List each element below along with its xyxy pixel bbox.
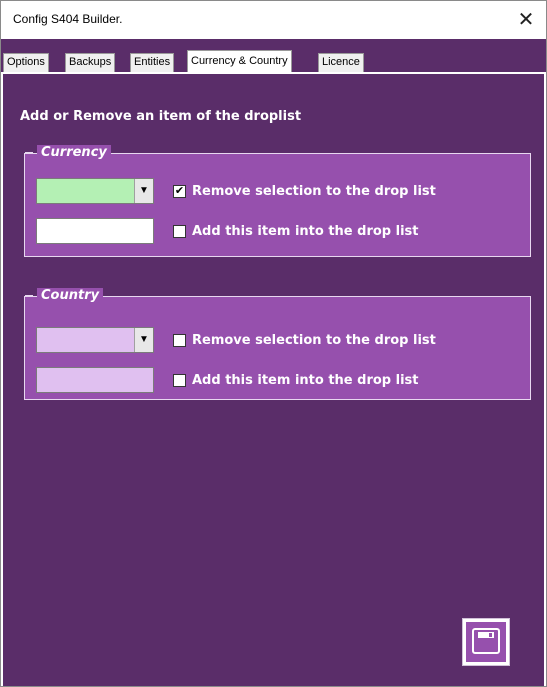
- save-floppy-icon: [466, 622, 506, 662]
- tab-options[interactable]: Options: [3, 53, 49, 72]
- country-remove-option[interactable]: Remove selection to the drop list: [173, 331, 436, 349]
- currency-new-item-input[interactable]: [36, 218, 154, 244]
- currency-add-option[interactable]: Add this item into the drop list: [173, 222, 418, 240]
- country-combobox-value[interactable]: [37, 328, 134, 352]
- config-window: Config S404 Builder. ✕ Options Backups E…: [0, 0, 547, 687]
- tab-strip: Options Backups Entities Currency & Coun…: [1, 39, 546, 73]
- country-combobox[interactable]: ▼: [36, 327, 154, 353]
- currency-combobox-value[interactable]: [37, 179, 134, 203]
- currency-combobox[interactable]: ▼: [36, 178, 154, 204]
- save-button[interactable]: [462, 618, 510, 666]
- country-add-checkbox[interactable]: [173, 373, 186, 387]
- currency-remove-label: Remove selection to the drop list: [192, 183, 436, 199]
- tab-page-currency-country: Add or Remove an item of the droplist Cu…: [3, 74, 544, 686]
- country-new-item-input[interactable]: [36, 367, 154, 393]
- country-remove-label: Remove selection to the drop list: [192, 332, 436, 348]
- currency-remove-option[interactable]: ✔ Remove selection to the drop list: [173, 182, 436, 200]
- currency-add-label: Add this item into the drop list: [192, 223, 419, 239]
- close-icon: ✕: [517, 9, 535, 31]
- country-group: Country ▼ Remove selection to the drop l…: [24, 288, 531, 400]
- country-add-label: Add this item into the drop list: [192, 372, 419, 388]
- currency-group: Currency ▼ ✔ Remove selection to the dro…: [24, 145, 531, 257]
- country-add-option[interactable]: Add this item into the drop list: [173, 371, 418, 389]
- title-bar: Config S404 Builder. ✕: [1, 1, 546, 39]
- currency-remove-checkbox[interactable]: ✔: [173, 184, 186, 198]
- country-group-legend: Country: [24, 288, 104, 304]
- tab-backups[interactable]: Backups: [65, 53, 116, 72]
- dropdown-arrow-icon[interactable]: ▼: [134, 328, 153, 352]
- country-remove-checkbox[interactable]: [173, 333, 186, 347]
- currency-group-legend: Currency: [25, 145, 111, 161]
- window-title: Config S404 Builder.: [13, 12, 123, 26]
- tab-entities[interactable]: Entities: [130, 53, 175, 72]
- tab-licence[interactable]: Licence: [318, 53, 364, 72]
- page-heading: Add or Remove an item of the droplist: [20, 109, 302, 124]
- currency-add-checkbox[interactable]: [173, 224, 186, 238]
- close-button[interactable]: ✕: [506, 1, 546, 39]
- dropdown-arrow-icon[interactable]: ▼: [134, 179, 153, 203]
- tab-currency-country[interactable]: Currency & Country: [187, 50, 292, 73]
